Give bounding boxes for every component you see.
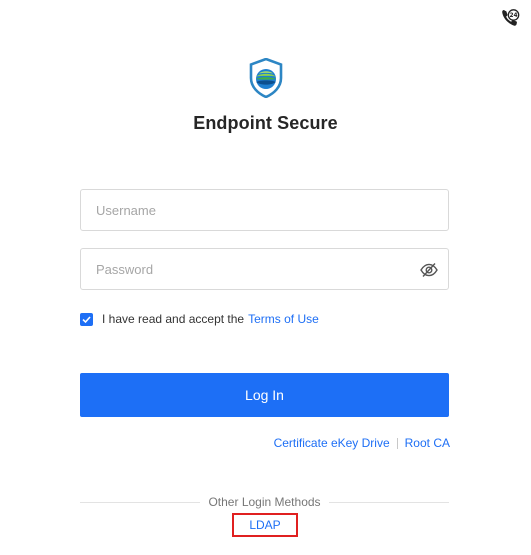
certificate-links: Certificate eKey Drive Root CA [274,436,450,450]
divider-right [328,501,450,503]
other-login-methods-label: Other Login Methods [208,495,321,509]
divider-left [80,501,201,503]
username-input[interactable] [81,190,448,230]
terms-row: I have read and accept the Terms of Use [80,311,319,327]
terms-of-use-link[interactable]: Terms of Use [248,312,319,326]
svg-text:24: 24 [509,13,517,19]
shield-logo-icon [248,57,284,99]
password-field-wrapper [80,248,449,290]
username-field-wrapper [80,189,449,231]
ldap-highlight-box: LDAP [232,513,298,537]
app-title: Endpoint Secure [193,113,338,133]
terms-checkbox[interactable] [80,312,93,326]
root-ca-link[interactable]: Root CA [405,436,450,450]
ldap-link[interactable]: LDAP [249,518,280,532]
password-input[interactable] [81,249,448,289]
certificate-ekey-drive-link[interactable]: Certificate eKey Drive [274,436,390,450]
check-icon [82,315,91,323]
link-separator [396,437,398,449]
login-button[interactable]: Log In [80,373,449,417]
terms-text: I have read and accept the [102,312,245,326]
other-login-methods: Other Login Methods [80,495,450,509]
eye-off-icon[interactable] [419,260,439,280]
phone-24-icon[interactable]: 24 [500,8,520,28]
